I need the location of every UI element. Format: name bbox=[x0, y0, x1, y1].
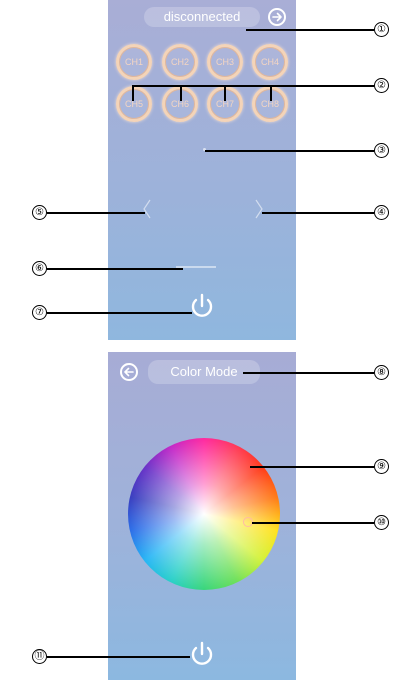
arrow-right-circle-icon[interactable] bbox=[268, 8, 286, 26]
callout-5: ⑤ bbox=[32, 205, 47, 220]
callout-line-4 bbox=[262, 212, 374, 214]
callout-line-2a bbox=[132, 85, 134, 101]
callout-6: ⑥ bbox=[32, 261, 47, 276]
channel-button-ch4[interactable]: CH4 bbox=[252, 44, 288, 80]
channel-button-ch2[interactable]: CH2 bbox=[162, 44, 198, 80]
callout-line-2b bbox=[180, 85, 182, 101]
power-icon[interactable] bbox=[189, 640, 215, 668]
callout-line-2c bbox=[224, 85, 226, 101]
callout-line-10 bbox=[252, 522, 374, 524]
callout-line-5 bbox=[47, 212, 145, 214]
callout-8: ⑧ bbox=[374, 365, 389, 380]
callout-11: ⑪ bbox=[32, 649, 47, 664]
callout-1: ① bbox=[374, 22, 389, 37]
chevron-right-icon[interactable] bbox=[254, 198, 264, 220]
callout-4: ④ bbox=[374, 205, 389, 220]
callout-line-2d bbox=[270, 85, 272, 101]
callout-10: ⑩ bbox=[374, 515, 389, 530]
connection-status-pill: disconnected bbox=[144, 7, 260, 27]
connection-status-text: disconnected bbox=[163, 9, 241, 24]
color-mode-label: Color Mode bbox=[170, 364, 238, 379]
callout-2: ② bbox=[374, 78, 389, 93]
color-wheel[interactable] bbox=[128, 438, 280, 590]
callout-7: ⑦ bbox=[32, 305, 47, 320]
callout-line-6 bbox=[47, 268, 183, 270]
arrow-left-circle-icon[interactable] bbox=[120, 363, 138, 381]
main-control-screen: disconnected CH1 CH2 CH3 CH4 CH5 CH6 CH7… bbox=[108, 0, 296, 340]
callout-3: ③ bbox=[374, 143, 389, 158]
channel-button-ch3[interactable]: CH3 bbox=[207, 44, 243, 80]
callout-line-9 bbox=[250, 466, 374, 468]
callout-line-7 bbox=[47, 312, 192, 314]
callout-9: ⑨ bbox=[374, 459, 389, 474]
channel-button-ch1[interactable]: CH1 bbox=[116, 44, 152, 80]
callout-line-3 bbox=[205, 150, 374, 152]
callout-line-2 bbox=[132, 85, 374, 87]
power-icon[interactable] bbox=[189, 292, 215, 320]
callout-line-11 bbox=[47, 656, 190, 658]
chevron-left-icon[interactable] bbox=[142, 198, 152, 220]
channel-button-ch5[interactable]: CH5 bbox=[116, 86, 152, 122]
callout-line-1 bbox=[246, 29, 374, 31]
callout-line-8 bbox=[243, 372, 374, 374]
